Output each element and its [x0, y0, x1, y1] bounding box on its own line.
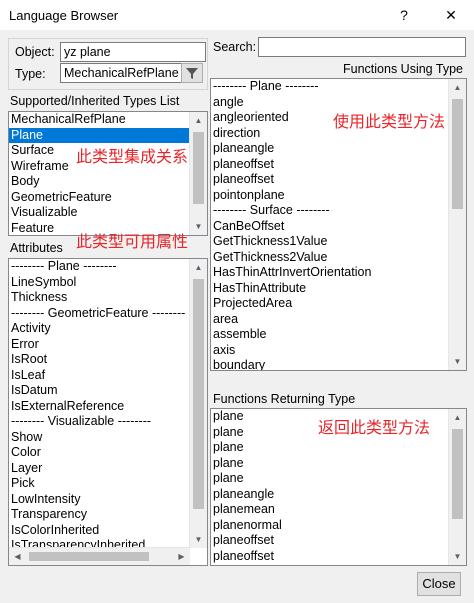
list-item[interactable]: planeoffset	[211, 157, 449, 173]
scroll-down-icon[interactable]: ▼	[449, 353, 466, 370]
scroll-right-icon[interactable]: ▶	[173, 548, 190, 565]
vertical-scrollbar[interactable]: ▲ ▼	[448, 409, 466, 565]
close-window-button[interactable]: ✕	[440, 5, 462, 25]
list-item[interactable]: HasThinAttrInvertOrientation	[211, 265, 449, 281]
list-item[interactable]: IsDatum	[9, 383, 190, 399]
list-item[interactable]: plane	[211, 440, 449, 456]
list-item[interactable]: GeometricFeature	[9, 190, 190, 206]
annotation-returning: 返回此类型方法	[318, 420, 431, 437]
close-button[interactable]: Close	[417, 572, 461, 596]
supported-types-list[interactable]: MechanicalRefPlane Plane Surface Wirefra…	[8, 111, 208, 236]
list-item[interactable]: LowIntensity	[9, 492, 190, 508]
search-label: Search:	[213, 40, 257, 54]
list-item[interactable]: pointonplane	[211, 188, 449, 204]
list-item[interactable]: plane	[211, 471, 449, 487]
list-item[interactable]: Show	[9, 430, 190, 446]
list-item[interactable]: Activity	[9, 321, 190, 337]
scroll-thumb[interactable]	[452, 99, 463, 209]
list-item[interactable]: Transparency	[9, 507, 190, 523]
list-item[interactable]: Visualizable	[9, 205, 190, 221]
vertical-scrollbar[interactable]: ▲ ▼	[189, 112, 207, 235]
list-item[interactable]: Pick	[9, 476, 190, 492]
list-item[interactable]: -------- GeometricFeature --------	[9, 306, 190, 322]
annotation-inherited: 此类型集成关系	[76, 149, 189, 166]
list-item[interactable]: IsColorInherited	[9, 523, 190, 539]
object-field: yz plane	[60, 42, 206, 62]
vertical-scrollbar[interactable]: ▲ ▼	[189, 259, 207, 548]
type-label: Type:	[15, 67, 46, 81]
search-input[interactable]	[258, 37, 466, 57]
scroll-up-icon[interactable]: ▲	[190, 112, 207, 129]
list-item[interactable]: plane	[211, 456, 449, 472]
list-item[interactable]: HasThinAttribute	[211, 281, 449, 297]
funnel-icon	[182, 68, 202, 85]
scroll-down-icon[interactable]: ▼	[190, 531, 207, 548]
list-item[interactable]: planeoffset	[211, 549, 449, 565]
object-label: Object:	[15, 45, 55, 59]
attributes-list[interactable]: -------- Plane -------- LineSymbol Thick…	[8, 258, 208, 566]
list-item[interactable]: planeoffset	[211, 533, 449, 549]
list-item[interactable]: -------- Visualizable --------	[9, 414, 190, 430]
window-title: Language Browser	[9, 8, 119, 23]
list-item[interactable]: MechanicalRefPlane	[9, 112, 190, 128]
vertical-scrollbar[interactable]: ▲ ▼	[448, 79, 466, 370]
list-item[interactable]: planemean	[211, 502, 449, 518]
list-item[interactable]: ProjectedArea	[211, 296, 449, 312]
functions-returning-header: Functions Returning Type	[213, 392, 356, 406]
scroll-thumb[interactable]	[193, 279, 204, 509]
list-item[interactable]: planeangle	[211, 487, 449, 503]
list-item[interactable]: Error	[9, 337, 190, 353]
list-item[interactable]: Color	[9, 445, 190, 461]
list-item[interactable]: planeoffset	[211, 172, 449, 188]
scroll-thumb[interactable]	[452, 429, 463, 519]
list-item[interactable]: -------- Plane --------	[9, 259, 190, 275]
list-item[interactable]: CanBeOffset	[211, 219, 449, 235]
list-item[interactable]: planenormal	[211, 518, 449, 534]
supported-types-header: Supported/Inherited Types List	[10, 94, 180, 108]
attributes-header: Attributes	[10, 241, 63, 255]
list-item[interactable]: GetThickness2Value	[211, 250, 449, 266]
list-item[interactable]: boundary	[211, 358, 449, 370]
list-item[interactable]: area	[211, 312, 449, 328]
list-item[interactable]: LineSymbol	[9, 275, 190, 291]
list-item[interactable]: GetThickness1Value	[211, 234, 449, 250]
type-field: MechanicalRefPlane	[60, 63, 182, 83]
list-item[interactable]: IsRoot	[9, 352, 190, 368]
list-item[interactable]: Layer	[9, 461, 190, 477]
horizontal-scrollbar[interactable]: ◀ ▶	[9, 547, 190, 565]
scroll-up-icon[interactable]: ▲	[449, 79, 466, 96]
scroll-down-icon[interactable]: ▼	[449, 548, 466, 565]
help-button[interactable]: ?	[393, 5, 415, 25]
annotation-using: 使用此类型方法	[333, 114, 446, 131]
scroll-thumb-horizontal[interactable]	[29, 552, 149, 561]
scroll-down-icon[interactable]: ▼	[190, 218, 207, 235]
list-item[interactable]: -------- Plane --------	[211, 79, 449, 95]
list-item[interactable]: IsLeaf	[9, 368, 190, 384]
list-item[interactable]: planeangle	[211, 141, 449, 157]
functions-using-header: Functions Using Type	[343, 62, 463, 76]
list-item[interactable]: assemble	[211, 327, 449, 343]
annotation-attributes: 此类型可用属性	[76, 234, 189, 251]
list-item[interactable]: Body	[9, 174, 190, 190]
scroll-left-icon[interactable]: ◀	[9, 548, 26, 565]
list-item[interactable]: IsExternalReference	[9, 399, 190, 415]
list-item[interactable]: -------- Surface --------	[211, 203, 449, 219]
list-item[interactable]: Thickness	[9, 290, 190, 306]
filter-button[interactable]	[181, 63, 203, 83]
scroll-up-icon[interactable]: ▲	[190, 259, 207, 276]
scroll-up-icon[interactable]: ▲	[449, 409, 466, 426]
list-item[interactable]: axis	[211, 343, 449, 359]
scroll-thumb[interactable]	[193, 132, 204, 204]
list-item-selected[interactable]: Plane	[9, 127, 190, 143]
